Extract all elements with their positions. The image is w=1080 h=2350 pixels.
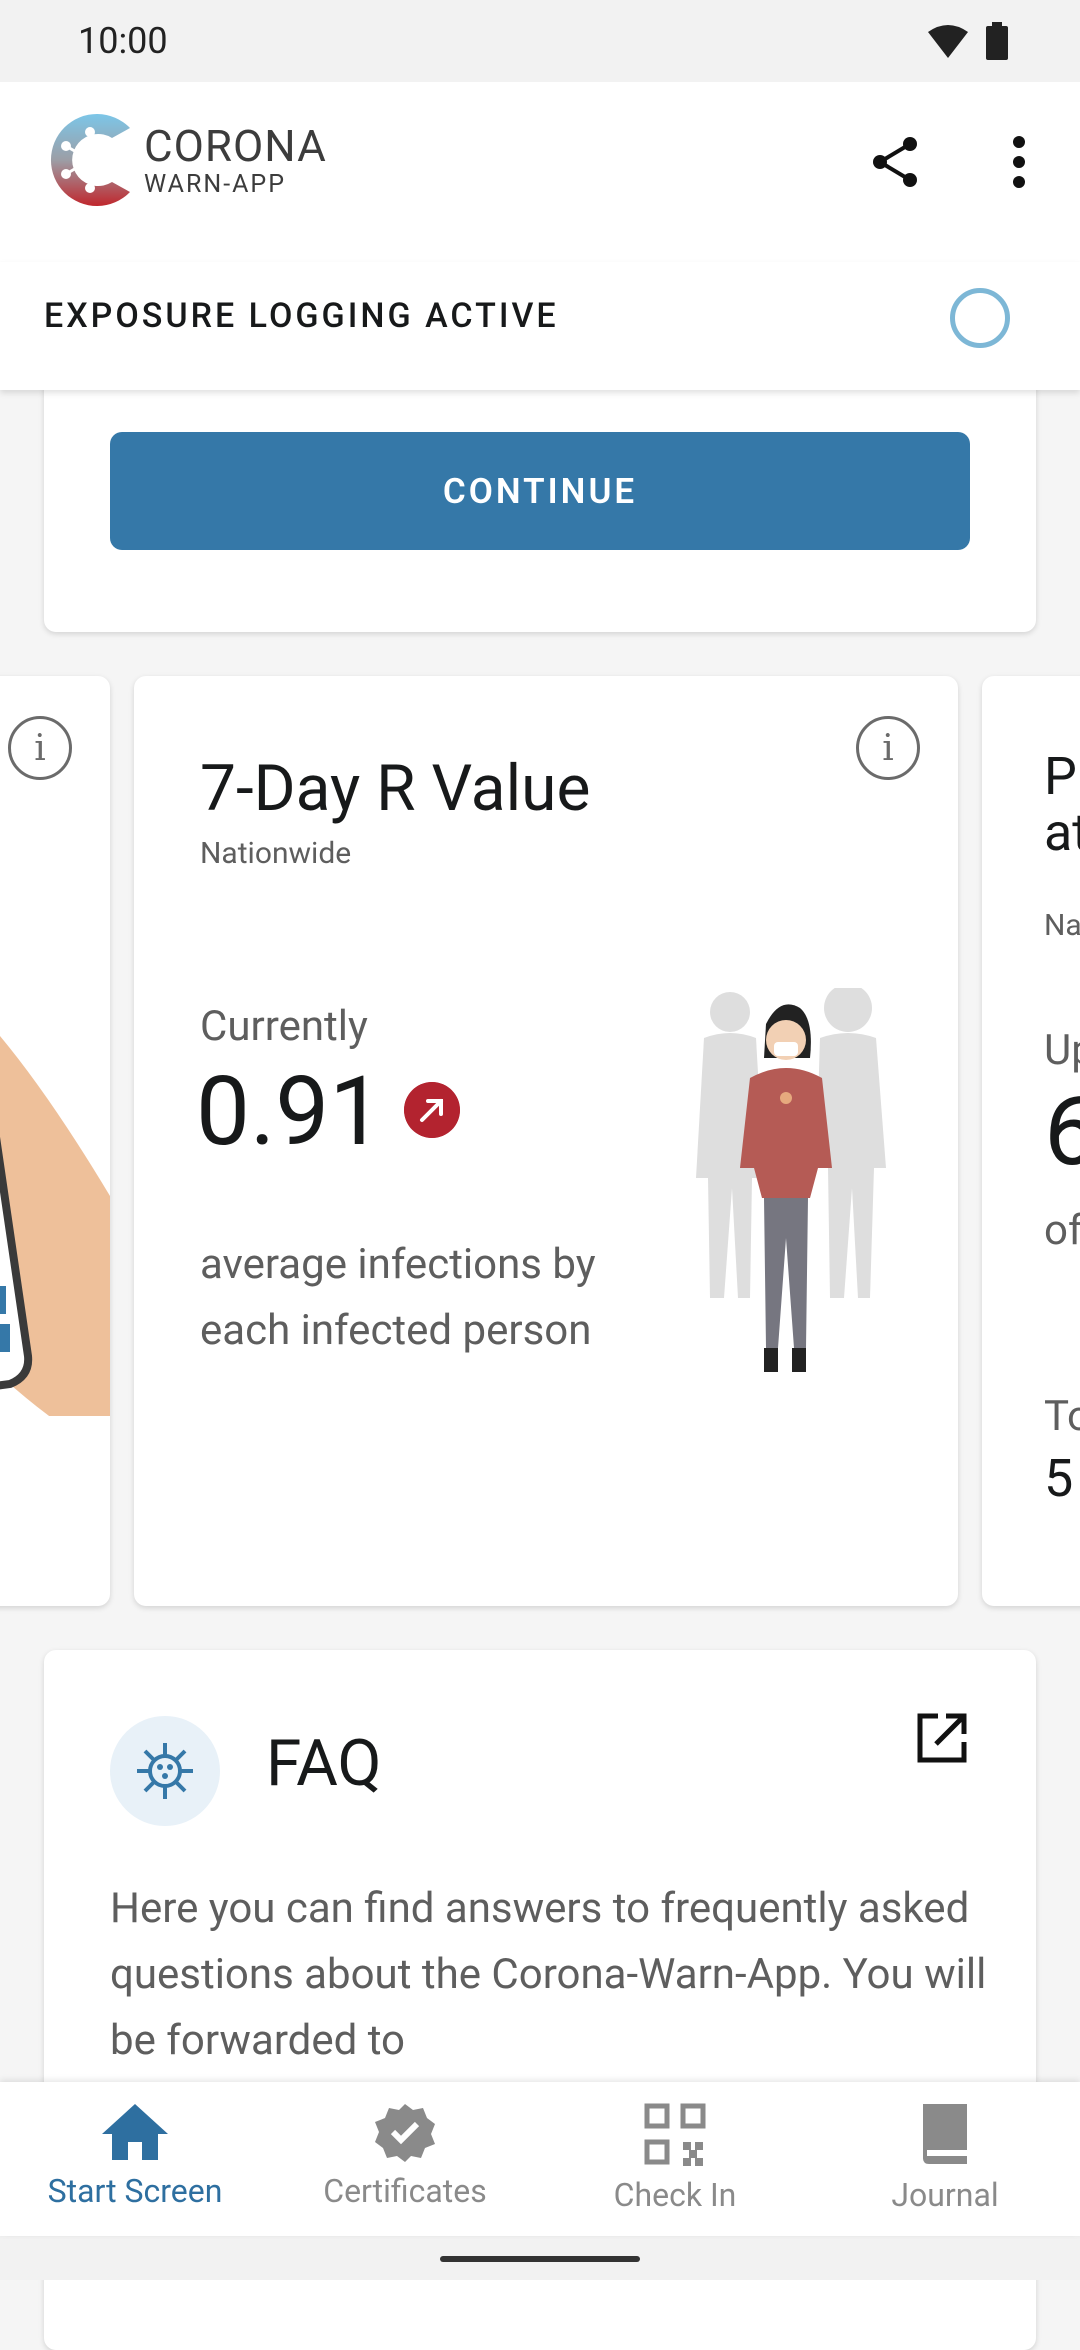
qr-code-icon <box>644 2103 706 2166</box>
status-time: 10:00 <box>78 20 168 62</box>
home-indicator[interactable] <box>440 2256 640 2262</box>
people-illustration <box>696 988 886 1372</box>
faq-title: FAQ <box>266 1726 382 1801</box>
home-icon <box>102 2104 168 2160</box>
card-title: 7-Day R Value <box>200 751 591 826</box>
status-icons <box>928 22 1008 60</box>
currently-label: Currently <box>200 1002 368 1051</box>
bottom-navigation: Start Screen Certificates Check In Journ… <box>0 2082 1080 2236</box>
nav-label: Certificates <box>323 2172 487 2210</box>
share-icon[interactable] <box>868 134 924 190</box>
peek-text: 5 <box>1044 1448 1074 1509</box>
nav-label: Journal <box>891 2176 999 2214</box>
exposure-logging-status[interactable]: EXPOSURE LOGGING ACTIVE <box>0 262 1080 390</box>
nav-label: Start Screen <box>47 2172 223 2210</box>
continue-button[interactable]: CONTINUE <box>110 432 970 550</box>
logo-subtitle: WARN-APP <box>144 169 286 199</box>
r-value: 0.91 <box>196 1056 384 1168</box>
peek-text: Na <box>1044 908 1080 943</box>
faq-virus-icon-wrap <box>110 1716 220 1826</box>
nav-check-in[interactable]: Check In <box>540 2082 810 2236</box>
faq-description: Here you can find answers to frequently … <box>110 1884 987 2065</box>
nav-certificates[interactable]: Certificates <box>270 2082 540 2236</box>
gesture-bar <box>0 2236 1080 2280</box>
more-options-icon[interactable] <box>1006 134 1032 190</box>
card-subtitle: Nationwide <box>200 836 352 871</box>
nav-start-screen[interactable]: Start Screen <box>0 2082 270 2236</box>
app-logo: CORONA WARN-APP <box>44 110 327 210</box>
virus-icon <box>137 1743 193 1799</box>
nav-journal[interactable]: Journal <box>810 2082 1080 2236</box>
r-value-card[interactable]: i 7-Day R Value Nationwide Currently 0.9… <box>134 676 958 1606</box>
status-bar: 10:00 <box>0 0 1080 82</box>
certificate-badge-icon <box>375 2104 435 2162</box>
info-icon[interactable]: i <box>856 716 920 780</box>
external-link-icon[interactable] <box>914 1710 970 1766</box>
nav-label: Check In <box>613 2176 737 2214</box>
app-bar: CORONA WARN-APP <box>0 82 1080 262</box>
peek-text: To <box>1044 1392 1080 1441</box>
phone-hand-illustration <box>0 1036 110 1416</box>
exposure-logging-label: EXPOSURE LOGGING ACTIVE <box>44 296 559 336</box>
wifi-icon <box>928 25 968 58</box>
battery-icon <box>986 22 1008 60</box>
book-icon <box>923 2104 967 2164</box>
peek-text: 6 <box>1044 1076 1080 1188</box>
logo-title: CORONA <box>144 119 327 172</box>
peek-text: at <box>1044 802 1080 863</box>
status-ring-icon <box>950 288 1010 348</box>
stats-card-next[interactable]: P at Na Up 6 of To 5 <box>982 676 1080 1606</box>
peek-text: Up <box>1044 1026 1080 1075</box>
peek-text: P <box>1044 746 1077 807</box>
card-description: average infections by each infected pers… <box>200 1240 596 1355</box>
info-icon[interactable]: i <box>8 716 72 780</box>
peek-text: of <box>1044 1206 1080 1255</box>
stats-card-previous[interactable]: i <box>0 676 110 1606</box>
continue-card: CONTINUE <box>44 360 1036 632</box>
trend-up-icon <box>404 1082 460 1138</box>
corona-logo-icon <box>50 114 130 206</box>
